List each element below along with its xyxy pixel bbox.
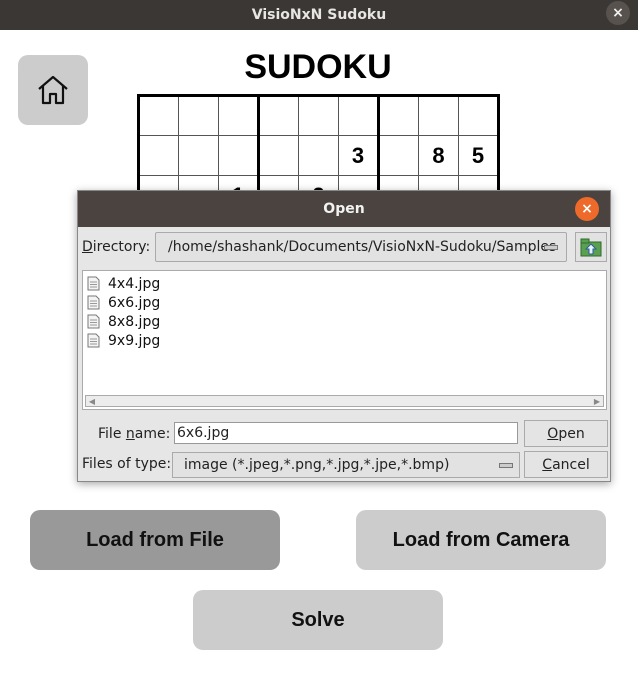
file-name-label-pre: File <box>98 426 126 442</box>
load-from-file-button[interactable]: Load from File <box>30 510 280 570</box>
grid-cell <box>257 94 299 136</box>
close-icon: × <box>612 5 624 21</box>
grid-cell <box>458 94 500 136</box>
open-dialog: Open × Directory: /home/shashank/Documen… <box>77 190 611 482</box>
grid-cell <box>137 135 179 176</box>
grid-cell <box>137 94 179 136</box>
open-button-mnemonic: O <box>547 425 559 442</box>
window-title: VisioNxN Sudoku <box>251 7 387 23</box>
window-close-button[interactable]: × <box>606 1 630 25</box>
grid-cell <box>257 135 299 176</box>
home-icon <box>38 75 68 105</box>
cancel-button-mnemonic: C <box>542 456 553 473</box>
directory-combobox[interactable]: /home/shashank/Documents/VisioNxN-Sudoku… <box>155 232 567 262</box>
file-name-label-mnemonic: n <box>125 426 135 442</box>
combo-arrow-icon <box>499 463 513 468</box>
directory-label-text: irectory: <box>92 239 151 255</box>
file-icon <box>87 276 100 291</box>
grid-row <box>137 94 500 136</box>
home-button[interactable] <box>18 55 88 125</box>
grid-cell <box>218 94 259 136</box>
scroll-left-icon[interactable]: ◀ <box>86 396 98 406</box>
files-of-type-value: image (*.jpeg,*.png,*.jpg,*.jpe,*.bmp) <box>184 457 450 473</box>
file-icon <box>87 295 100 310</box>
grid-cell <box>298 135 339 176</box>
grid-cell <box>218 135 259 176</box>
app-title: SUDOKU <box>244 48 392 86</box>
open-button[interactable]: Open <box>524 420 608 447</box>
directory-label-mnemonic: D <box>82 239 93 255</box>
file-list-item[interactable]: 8x8.jpg <box>87 312 160 331</box>
up-directory-button[interactable] <box>575 232 607 262</box>
file-name-value: 6x6.jpg <box>177 425 230 441</box>
file-list-item[interactable]: 9x9.jpg <box>87 331 160 350</box>
combo-arrow-icon <box>544 245 558 250</box>
horizontal-scrollbar[interactable]: ◀ ▶ <box>85 395 604 407</box>
grid-row: 385 <box>137 135 500 176</box>
open-button-label: pen <box>558 425 585 442</box>
cancel-button[interactable]: Cancel <box>524 451 608 478</box>
files-of-type-label: Files of type: <box>82 456 172 472</box>
grid-cell <box>338 94 379 136</box>
dialog-titlebar: Open × <box>78 191 610 227</box>
file-name: 8x8.jpg <box>108 313 161 330</box>
window-titlebar: VisioNxN Sudoku × <box>0 0 638 30</box>
grid-cell: 8 <box>418 135 459 176</box>
file-icon <box>87 314 100 329</box>
grid-cell <box>418 94 459 136</box>
grid-cell <box>377 135 419 176</box>
directory-value: /home/shashank/Documents/VisioNxN-Sudoku… <box>168 239 557 255</box>
file-icon <box>87 333 100 348</box>
grid-cell: 3 <box>338 135 379 176</box>
file-name: 9x9.jpg <box>108 332 161 349</box>
file-name: 6x6.jpg <box>108 294 161 311</box>
grid-cell <box>178 94 219 136</box>
load-from-camera-button[interactable]: Load from Camera <box>356 510 606 570</box>
files-of-type-combobox[interactable]: image (*.jpeg,*.png,*.jpg,*.jpe,*.bmp) <box>172 452 520 478</box>
cancel-button-label: ancel <box>552 456 590 473</box>
scroll-right-icon[interactable]: ▶ <box>591 396 603 406</box>
folder-up-icon <box>580 238 602 257</box>
dialog-close-button[interactable]: × <box>575 197 599 221</box>
solve-button[interactable]: Solve <box>193 590 443 650</box>
grid-cell <box>178 135 219 176</box>
file-list[interactable]: ◀ ▶ 4x4.jpg 6x6.jpg 8x8.jpg 9x9.jpg <box>82 270 607 410</box>
file-name-input[interactable]: 6x6.jpg <box>174 422 518 444</box>
directory-label: Directory: <box>82 239 150 255</box>
file-name: 4x4.jpg <box>108 275 161 292</box>
file-name-label: File name: <box>98 426 170 442</box>
grid-cell <box>298 94 339 136</box>
grid-cell: 5 <box>458 135 500 176</box>
dialog-title: Open <box>323 201 365 217</box>
file-list-item[interactable]: 6x6.jpg <box>87 293 160 312</box>
close-icon: × <box>581 201 593 217</box>
file-name-label-post: ame: <box>134 426 171 442</box>
file-list-item[interactable]: 4x4.jpg <box>87 274 160 293</box>
grid-cell <box>377 94 419 136</box>
